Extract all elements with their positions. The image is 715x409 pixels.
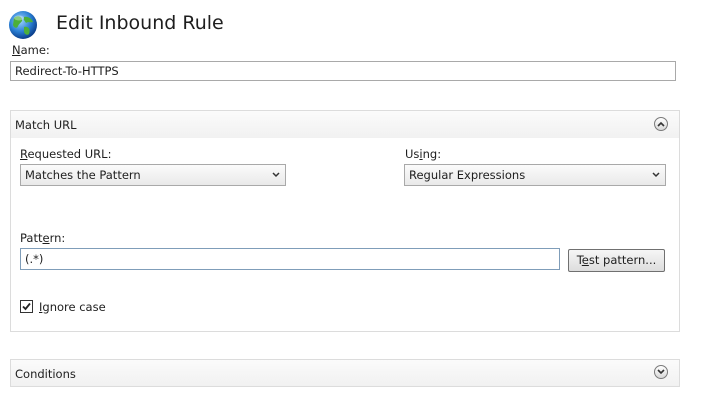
match-url-header[interactable]	[11, 111, 679, 138]
conditions-title: Conditions	[15, 367, 76, 381]
using-label: Using:	[405, 147, 441, 161]
requested-url-value: Matches the Pattern	[25, 168, 141, 182]
pattern-input[interactable]	[20, 248, 560, 270]
requested-url-label: Requested URL:	[20, 147, 111, 161]
match-url-title: Match URL	[15, 118, 77, 132]
match-url-panel	[10, 110, 680, 332]
ignore-case-checkbox[interactable]	[20, 300, 33, 313]
test-button-text-b: st pattern...	[588, 253, 657, 267]
name-label-text: ame:	[20, 43, 50, 57]
page-title: Edit Inbound Rule	[56, 12, 224, 34]
chevron-up-icon	[657, 121, 665, 127]
collapse-match-url-button[interactable]	[654, 117, 668, 131]
ignore-case-label[interactable]: Ignore case	[39, 300, 106, 314]
expand-conditions-button[interactable]	[654, 365, 668, 379]
using-value: Regular Expressions	[409, 168, 526, 182]
conditions-panel-header[interactable]	[10, 359, 680, 387]
name-label: Name:	[12, 43, 50, 57]
test-button-mnemonic: e	[581, 253, 589, 267]
pattern-label: Pattern:	[20, 231, 65, 245]
chevron-down-icon	[652, 172, 660, 178]
name-label-mnemonic: N	[12, 43, 21, 57]
using-label-text-b: ng:	[422, 147, 442, 161]
requested-url-select[interactable]: Matches the Pattern	[20, 164, 286, 186]
chevron-down-icon	[657, 369, 665, 375]
checkmark-icon	[22, 302, 31, 311]
ignore-case-label-text: gnore case	[42, 300, 106, 314]
globe-icon	[9, 11, 37, 39]
using-select[interactable]: Regular Expressions	[404, 164, 666, 186]
test-pattern-button[interactable]: Test pattern...	[568, 249, 665, 272]
name-input[interactable]	[10, 61, 676, 81]
chevron-down-icon	[272, 172, 280, 178]
pattern-label-text-b: rn:	[49, 231, 66, 245]
using-label-text-a: Us	[405, 147, 420, 161]
requested-url-label-text: equested URL:	[27, 147, 112, 161]
pattern-label-text-a: Patt	[20, 231, 43, 245]
pattern-mnemonic: e	[42, 231, 50, 245]
